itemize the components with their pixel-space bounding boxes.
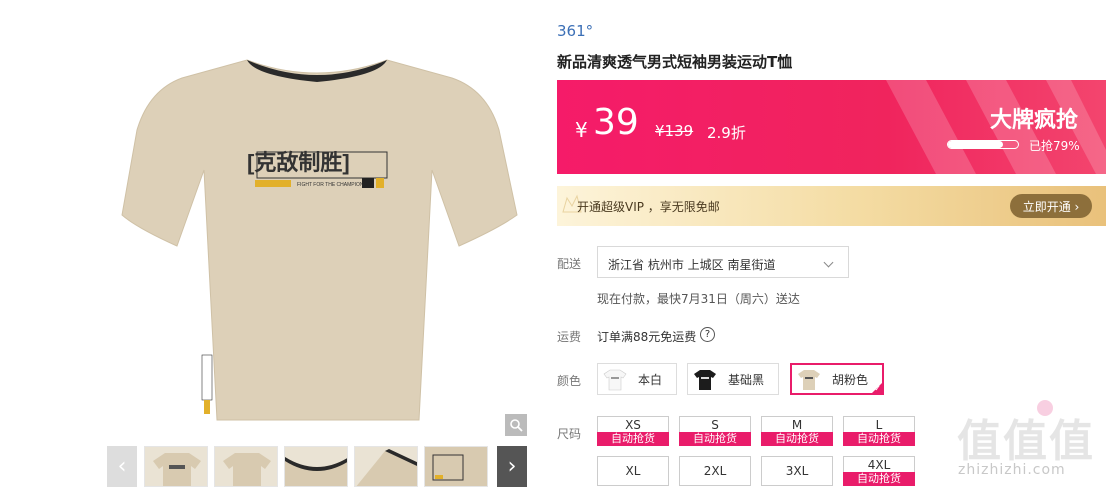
size-name: M [791,418,803,432]
vip-banner: 开通超级VIP ，享无限免邮 立即开通 › [557,186,1106,226]
thumbnail-1[interactable] [144,446,208,487]
thumbnail-4[interactable] [354,446,418,487]
thumb-prev-button[interactable]: ‹ [107,446,137,487]
restock-tag: 自动抢货 [843,432,915,446]
swatch-black-tee [692,366,718,392]
watermark-glyph-3: 值 [1049,416,1093,467]
sold-progress-text: 已抢79% [1029,139,1080,153]
size-option-l[interactable]: L 自动抢货 [843,416,915,446]
size-name: L [875,418,883,432]
sold-progress-bar [947,140,1019,149]
magnifier-icon [510,419,523,432]
size-option-xl[interactable]: XL [597,456,669,486]
size-option-s[interactable]: S 自动抢货 [679,416,751,446]
color-name-black: 基础黑 [728,372,765,387]
size-option-3xl[interactable]: 3XL [761,456,833,486]
size-option-xs[interactable]: XS 自动抢货 [597,416,669,446]
restock-tag: 自动抢货 [761,432,833,446]
product-gallery: [克敌制胜] FIGHT FOR THE CHAMPION ‹ › [107,0,527,487]
watermark-site-text: zhizhizhi.com [958,462,1066,478]
white-tee-icon [603,369,627,391]
restock-tag: 自动抢货 [597,432,669,446]
chevron-down-icon [823,257,834,268]
thumbnail-strip: ‹ › [107,446,527,487]
delivery-label: 配送 [557,257,582,271]
discount-label: 2.9折 [707,124,746,142]
restock-tag: 自动抢货 [679,432,751,446]
main-product-image[interactable]: [克敌制胜] FIGHT FOR THE CHAMPION [107,0,527,440]
chevron-right-icon: › [507,454,517,479]
color-option-white[interactable]: 本白 [597,363,677,395]
thumbnail-3[interactable] [284,446,348,487]
thumbnail-collar-detail [285,457,347,486]
chevron-left-icon: ‹ [117,454,127,479]
brand-name[interactable]: 361° [557,22,593,40]
help-icon[interactable]: ? [700,327,715,342]
price-currency: ¥ [575,118,588,142]
current-price: 39 [593,102,639,143]
product-title: 新品清爽透气男式短袖男装运动T恤 [557,53,793,71]
swatch-white-tee [602,366,628,392]
restock-tag: 自动抢货 [843,472,915,486]
thumb-next-button[interactable]: › [497,446,527,487]
color-option-beige[interactable]: 胡粉色 ✓ [790,363,884,395]
size-name: XS [625,418,641,432]
swatch-beige-tee [796,366,822,392]
size-name: S [711,418,719,432]
promo-title: 大牌疯抢 [989,108,1078,133]
color-name-beige: 胡粉色 [832,372,869,387]
thumbnail-shirt-back [223,453,271,486]
shipping-label: 运费 [557,330,582,344]
original-price: ¥139 [655,122,694,140]
shipping-text: 订单满88元免运费 [597,330,697,344]
vip-text: 开通超级VIP ，享无限免邮 [577,200,720,214]
thumbnail-5[interactable] [424,446,488,487]
thumbnail-shirt-front [153,453,201,486]
watermark-glyph-1: 值 [957,416,1001,467]
beige-tee-icon [798,370,820,390]
thumbnail-sleeve-detail [356,449,417,486]
size-option-2xl[interactable]: 2XL [679,456,751,486]
address-value: 浙江省 杭州市 上城区 南星街道 [608,258,776,272]
black-tee-icon [694,370,716,390]
zoom-button[interactable] [505,414,527,436]
color-option-black[interactable]: 基础黑 [687,363,779,395]
address-select[interactable]: 浙江省 杭州市 上城区 南星街道 [597,246,849,278]
tee-print-main: [克敌制胜] [247,150,350,175]
sold-progress-fill [948,141,1004,148]
thumbnail-print-detail [425,447,487,486]
tee-print-sub: FIGHT FOR THE CHAMPION [297,182,364,188]
size-name: 4XL [867,458,891,472]
vip-open-button[interactable]: 立即开通 › [1010,194,1092,218]
color-name-white: 本白 [638,372,663,387]
size-label: 尺码 [557,427,582,441]
size-option-m[interactable]: M 自动抢货 [761,416,833,446]
color-label: 颜色 [557,374,582,388]
watermark-glyph-2: 值 [1003,416,1047,467]
size-option-4xl[interactable]: 4XL 自动抢货 [843,456,915,486]
check-icon: ✓ [874,384,881,393]
price-banner: ¥ 39 ¥139 2.9折 大牌疯抢 已抢79% [557,80,1106,174]
tshirt-image: [克敌制胜] FIGHT FOR THE CHAMPION [121,59,518,421]
thumbnail-2[interactable] [214,446,278,487]
delivery-note: 现在付款，最快7月31日（周六）送达 [597,292,800,306]
